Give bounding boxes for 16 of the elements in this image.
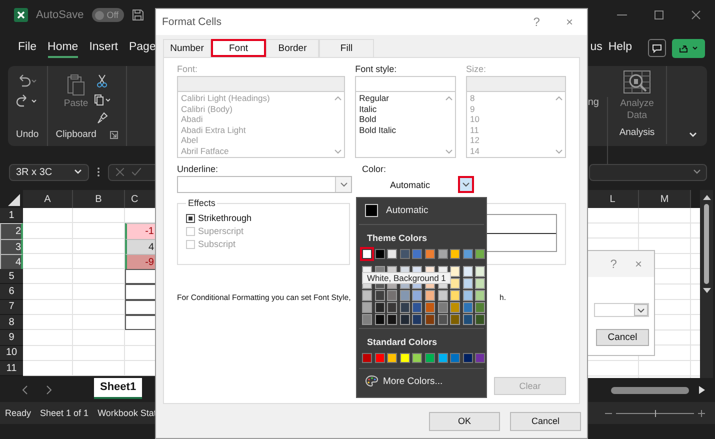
autosave-label: AutoSave bbox=[36, 9, 84, 21]
field-label: Color: bbox=[362, 164, 388, 174]
field-label: Font style: bbox=[355, 64, 398, 74]
section-title: Theme Colors bbox=[366, 232, 428, 245]
group-label: Undo bbox=[16, 129, 39, 140]
field-label: Underline: bbox=[177, 164, 220, 174]
dialog-title: Format Cells bbox=[162, 16, 222, 28]
group-title: Effects bbox=[186, 198, 218, 208]
group-label: Analysis bbox=[619, 127, 655, 138]
status-text: Ready bbox=[5, 408, 32, 418]
field-label: Font: bbox=[177, 64, 199, 74]
group-label: Clipboard bbox=[56, 129, 96, 140]
field-label: Size: bbox=[466, 64, 488, 74]
status-text: Sheet 1 of 1 bbox=[40, 408, 89, 418]
tooltip: White, Background 1 bbox=[362, 272, 451, 284]
section-title: Standard Colors bbox=[366, 336, 438, 349]
